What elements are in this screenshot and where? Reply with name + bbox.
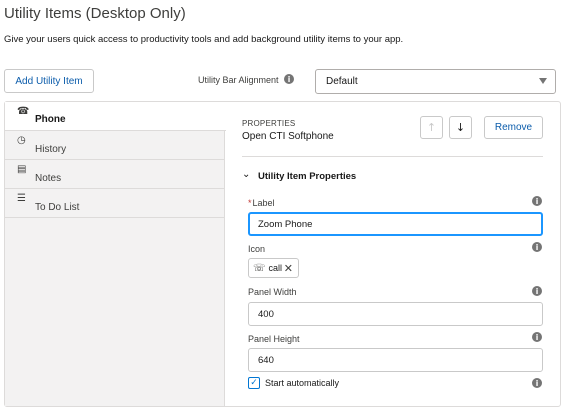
utility-item-to-do-list[interactable]: ☰ To Do List <box>5 189 225 218</box>
close-icon[interactable]: ✕ <box>284 262 293 275</box>
info-icon[interactable]: i <box>532 196 542 206</box>
chevron-down-icon <box>539 78 547 84</box>
nav-item-label: To Do List <box>35 202 80 213</box>
utility-item-history[interactable]: ◷ History <box>5 131 225 160</box>
arrow-up-icon: ↑ <box>426 121 437 134</box>
start-automatically-label: Start automatically <box>265 378 340 388</box>
panel-width-label: Panel Width <box>248 287 297 297</box>
utility-item-phone[interactable]: ☎ Phone <box>5 102 226 131</box>
chevron-down-icon[interactable]: ⌄ <box>242 169 250 180</box>
divider <box>242 156 543 157</box>
label-input[interactable]: Zoom Phone <box>248 212 543 236</box>
utility-items-list: ☎ Phone ◷ History ▤ Notes ☰ To Do List <box>5 102 226 406</box>
move-up-button[interactable]: ↑ <box>420 116 443 139</box>
alignment-selected-value: Default <box>326 76 358 87</box>
info-icon[interactable]: i <box>532 378 542 388</box>
clock-icon: ◷ <box>17 135 26 146</box>
properties-kicker: PROPERTIES <box>242 119 296 128</box>
nav-item-label: History <box>35 144 67 155</box>
info-icon[interactable]: i <box>532 286 542 296</box>
start-automatically-checkbox[interactable]: ✓ <box>248 377 260 389</box>
required-marker: * <box>248 198 252 208</box>
remove-button[interactable]: Remove <box>484 116 543 139</box>
phone-icon: ☎ <box>17 106 30 117</box>
checkmark-icon: ✓ <box>250 378 258 388</box>
icon-field-label: Icon <box>248 244 266 254</box>
note-icon: ▤ <box>17 164 27 175</box>
panel-width-input[interactable]: 400 <box>248 302 543 326</box>
info-icon[interactable]: i <box>532 242 542 252</box>
add-utility-item-button[interactable]: Add Utility Item <box>4 69 94 93</box>
utility-bar-alignment-label: Utility Bar Alignment <box>198 75 279 85</box>
move-down-button[interactable]: ↓ <box>449 116 472 139</box>
label-field-label: *Label <box>248 198 275 208</box>
section-title: Utility Item Properties <box>258 171 357 182</box>
nav-item-label: Notes <box>35 173 62 184</box>
utility-item-notes[interactable]: ▤ Notes <box>5 160 225 189</box>
properties-title: Open CTI Softphone <box>242 131 334 142</box>
info-icon[interactable]: i <box>284 74 294 84</box>
nav-item-label: Phone <box>35 114 66 125</box>
page-title: Utility Items (Desktop Only) <box>4 5 186 22</box>
info-icon[interactable]: i <box>532 332 542 342</box>
phone-icon: ☏ <box>253 262 266 274</box>
panel-height-label: Panel Height <box>248 334 300 344</box>
page-description: Give your users quick access to producti… <box>4 34 404 45</box>
arrow-down-icon: ↓ <box>455 121 466 134</box>
icon-pill-label: call <box>268 263 283 273</box>
utility-bar-alignment-select[interactable]: Default <box>315 69 556 94</box>
icon-pill[interactable]: ☏ call ✕ <box>248 258 299 278</box>
task-list-icon: ☰ <box>17 193 26 204</box>
panel-height-input[interactable]: 640 <box>248 348 543 372</box>
